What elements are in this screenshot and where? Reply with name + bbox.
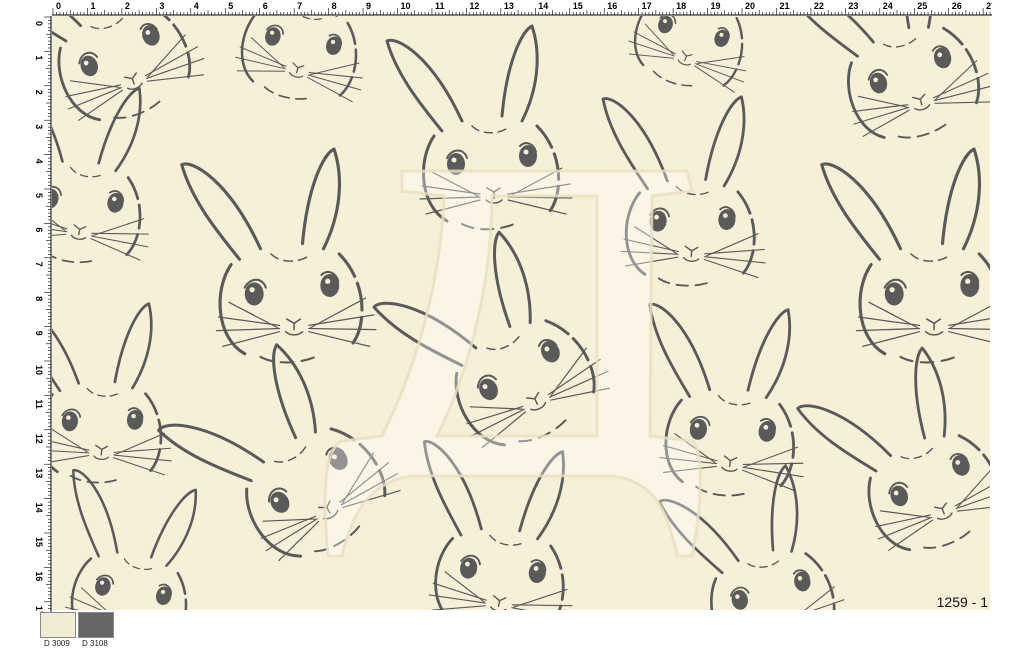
left-ruler-label: 2 — [34, 90, 44, 95]
top-ruler-label: 20 — [745, 1, 755, 11]
top-ruler-label: 7 — [297, 1, 302, 11]
top-ruler-label: 25 — [917, 1, 927, 11]
pattern-preview — [52, 16, 990, 610]
top-ruler-label: 5 — [228, 1, 233, 11]
left-ruler: 01234567891011121314151617 — [34, 16, 52, 612]
left-ruler-label: 11 — [34, 399, 44, 409]
top-ruler-label: 0 — [56, 1, 61, 11]
top-ruler-label: 17 — [642, 1, 652, 11]
top-ruler-label: 26 — [952, 1, 962, 11]
top-ruler: 0 1 2 3 4 5 6 7 8 9 10 11 12 13 14 15 16 17 18 19 20 21 22 23 24… — [52, 1, 992, 16]
left-ruler-label: 3 — [34, 124, 44, 129]
top-ruler-label: 13 — [504, 1, 514, 11]
swatch-label-gray: D 3108 — [82, 639, 108, 648]
top-ruler-label: 22 — [814, 1, 824, 11]
top-ruler-label: 9 — [366, 1, 371, 11]
left-ruler-label: 10 — [34, 365, 44, 375]
color-swatch-gray — [78, 612, 114, 638]
top-ruler-label: 4 — [194, 1, 199, 11]
design-code-label: 1259 - 1 — [936, 594, 988, 610]
top-ruler-label: 23 — [848, 1, 858, 11]
rabbit-pattern — [52, 16, 990, 610]
top-ruler-label: 15 — [573, 1, 583, 11]
top-ruler-label: 27 — [986, 1, 992, 11]
left-ruler-label: 13 — [34, 468, 44, 478]
top-ruler-label: 6 — [263, 1, 268, 11]
left-ruler-label: 0 — [34, 21, 44, 26]
top-ruler-label: 8 — [332, 1, 337, 11]
top-ruler-label: 2 — [125, 1, 130, 11]
top-ruler-label: 18 — [676, 1, 686, 11]
top-ruler-label: 21 — [779, 1, 789, 11]
left-ruler-label: 1 — [34, 55, 44, 60]
left-ruler-label: 16 — [34, 571, 44, 581]
top-ruler-label: 10 — [401, 1, 411, 11]
left-ruler-label: 4 — [34, 159, 44, 164]
top-ruler-label: 11 — [435, 1, 445, 11]
top-ruler-label: 12 — [469, 1, 479, 11]
swatch-label-cream: D 3009 — [44, 639, 70, 648]
top-ruler-label: 1 — [90, 1, 95, 11]
top-ruler-label: 14 — [538, 1, 548, 11]
left-ruler-label: 14 — [34, 503, 44, 513]
left-ruler-label: 12 — [34, 434, 44, 444]
left-ruler-label: 7 — [34, 262, 44, 267]
left-ruler-label: 8 — [34, 296, 44, 301]
left-ruler-label: 9 — [34, 331, 44, 336]
left-ruler-label: 6 — [34, 227, 44, 232]
left-ruler-label: 15 — [34, 537, 44, 547]
left-ruler-label: 5 — [34, 193, 44, 198]
top-ruler-label: 16 — [607, 1, 617, 11]
top-ruler-label: 3 — [159, 1, 164, 11]
top-ruler-label: 19 — [711, 1, 721, 11]
color-swatch-cream — [40, 612, 76, 638]
top-ruler-label: 24 — [883, 1, 893, 11]
